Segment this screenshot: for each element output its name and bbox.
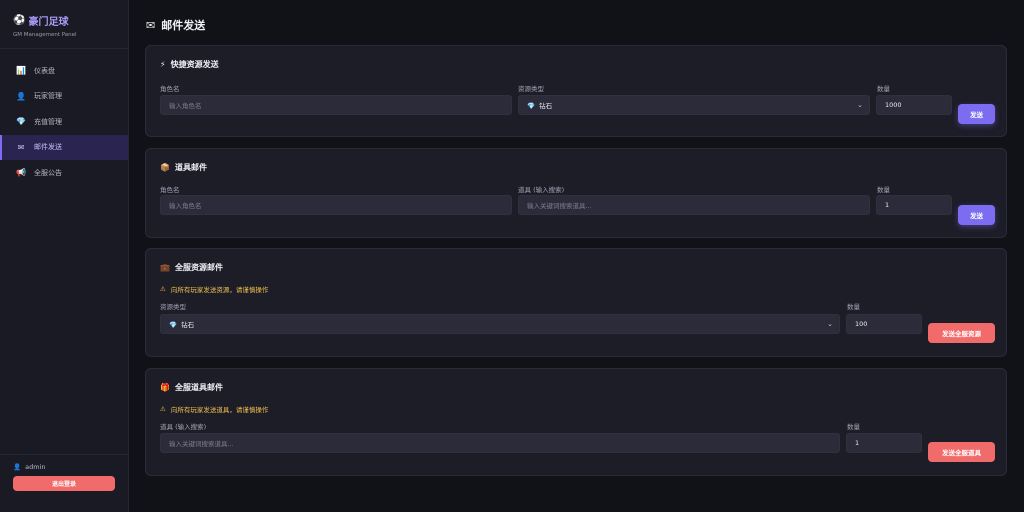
diamond-icon: 💎 xyxy=(169,321,178,329)
package-icon: 📦 xyxy=(160,163,170,172)
card-title-text: 道具邮件 xyxy=(174,163,207,172)
warning-text: 向所有玩家发送道具，请谨慎操作 xyxy=(170,406,269,414)
quantity-input[interactable]: 1 xyxy=(876,195,952,215)
brand-title: ⚽ 豪门足球 xyxy=(13,13,128,28)
sidebar-footer: 👤 admin 退出登录 xyxy=(0,454,128,491)
send-server-resource-button[interactable]: 发送全服资源 xyxy=(928,323,995,343)
sidebar-item-mail[interactable]: ✉ 邮件发送 xyxy=(0,134,128,160)
chevron-down-icon: ⌄ xyxy=(857,101,863,109)
sidebar-nav: 📊 仪表盘 👤 玩家管理 💎 充值管理 ✉ 邮件发送 📢 全服公告 xyxy=(0,58,128,186)
quantity-label: 数量 xyxy=(847,423,860,431)
diamond-icon: 💎 xyxy=(527,102,536,110)
server-item-card: 🎁 全服道具邮件 ⚠ 向所有玩家发送道具，请谨慎操作 道具 (输入搜索) 输入关… xyxy=(145,368,1007,476)
send-button[interactable]: 发送 xyxy=(958,205,995,225)
item-search-label: 道具 (输入搜索) xyxy=(518,186,565,194)
brand-name: 豪门足球 xyxy=(28,17,69,28)
resource-type-value: 钻石 xyxy=(539,102,553,110)
card-title-text: 全服资源邮件 xyxy=(174,263,223,272)
sidebar-item-announcement[interactable]: 📢 全服公告 xyxy=(0,160,128,186)
quantity-label: 数量 xyxy=(847,303,860,311)
resource-type-value: 钻石 xyxy=(181,321,195,329)
quantity-input[interactable]: 1 xyxy=(846,433,922,453)
card-title: 💼 全服资源邮件 xyxy=(160,262,223,273)
sidebar-item-recharge[interactable]: 💎 充值管理 xyxy=(0,109,128,135)
page-title: ✉ 邮件发送 xyxy=(146,17,205,33)
role-name-input[interactable]: 输入角色名 xyxy=(160,195,512,215)
brand-subtitle: GM Management Panel xyxy=(13,32,77,38)
quantity-label: 数量 xyxy=(877,186,890,194)
brand: ⚽ 豪门足球 GM Management Panel xyxy=(0,0,128,49)
sidebar-item-dashboard[interactable]: 📊 仪表盘 xyxy=(0,58,128,84)
gift-icon: 🎁 xyxy=(160,383,170,392)
send-server-item-button[interactable]: 发送全服道具 xyxy=(928,442,995,462)
username: admin xyxy=(25,463,46,471)
briefcase-icon: 💼 xyxy=(160,263,170,272)
gem-icon: 💎 xyxy=(16,117,26,127)
user-icon: 👤 xyxy=(13,463,22,471)
quick-resource-card: ⚡ 快捷资源发送 角色名 输入角色名 资源类型 💎 钻石 ⌄ 数量 1000 发送 xyxy=(145,45,1007,137)
quantity-label: 数量 xyxy=(877,85,890,93)
selected-option: 💎 钻石 xyxy=(169,319,194,329)
server-resource-card: 💼 全服资源邮件 ⚠ 向所有玩家发送资源，请谨慎操作 资源类型 💎 钻石 ⌄ 数量… xyxy=(145,248,1007,357)
send-button[interactable]: 发送 xyxy=(958,104,995,124)
resource-type-label: 资源类型 xyxy=(160,303,186,311)
card-title: 📦 道具邮件 xyxy=(160,162,207,173)
sidebar-item-label: 邮件发送 xyxy=(34,143,62,152)
warning-message: ⚠ 向所有玩家发送道具，请谨慎操作 xyxy=(160,404,268,414)
role-name-input[interactable]: 输入角色名 xyxy=(160,95,512,115)
resource-type-label: 资源类型 xyxy=(518,85,544,93)
resource-type-select[interactable]: 💎 钻石 ⌄ xyxy=(160,314,840,334)
sidebar-item-label: 仪表盘 xyxy=(34,66,55,75)
megaphone-icon: 📢 xyxy=(16,168,26,178)
envelope-icon: ✉ xyxy=(146,18,156,32)
selected-option: 💎 钻石 xyxy=(527,100,552,110)
warning-icon: ⚠ xyxy=(160,405,166,413)
card-title-text: 全服道具邮件 xyxy=(174,383,223,392)
sidebar-item-label: 全服公告 xyxy=(34,168,62,177)
item-search-input[interactable]: 输入关键词搜索道具... xyxy=(160,433,840,453)
current-user: 👤 admin xyxy=(13,463,115,471)
user-icon: 👤 xyxy=(16,91,26,101)
lightning-icon: ⚡ xyxy=(160,60,166,69)
quantity-input[interactable]: 1000 xyxy=(876,95,952,115)
sidebar: ⚽ 豪门足球 GM Management Panel 📊 仪表盘 👤 玩家管理 … xyxy=(0,0,129,512)
envelope-icon: ✉ xyxy=(17,142,25,152)
chevron-down-icon: ⌄ xyxy=(827,320,833,328)
warning-text: 向所有玩家发送资源，请谨慎操作 xyxy=(170,286,269,294)
sidebar-item-label: 充值管理 xyxy=(34,117,62,126)
quantity-input[interactable]: 100 xyxy=(846,314,922,334)
card-title: 🎁 全服道具邮件 xyxy=(160,382,223,393)
item-search-input[interactable]: 输入关键词搜索道具... xyxy=(518,195,870,215)
sidebar-item-players[interactable]: 👤 玩家管理 xyxy=(0,84,128,110)
sidebar-item-label: 玩家管理 xyxy=(34,92,62,101)
item-search-label: 道具 (输入搜索) xyxy=(160,423,207,431)
role-name-label: 角色名 xyxy=(160,186,180,194)
card-title-text: 快捷资源发送 xyxy=(170,60,219,69)
card-title: ⚡ 快捷资源发送 xyxy=(160,59,219,70)
role-name-label: 角色名 xyxy=(160,85,180,93)
page-title-text: 邮件发送 xyxy=(161,19,206,32)
main-content: ✉ 邮件发送 ⚡ 快捷资源发送 角色名 输入角色名 资源类型 💎 钻石 ⌄ 数量 … xyxy=(130,0,1024,512)
warning-message: ⚠ 向所有玩家发送资源，请谨慎操作 xyxy=(160,284,268,294)
logout-button[interactable]: 退出登录 xyxy=(13,476,115,491)
bar-chart-icon: 📊 xyxy=(16,66,26,76)
resource-type-select[interactable]: 💎 钻石 ⌄ xyxy=(518,95,870,115)
item-mail-card: 📦 道具邮件 角色名 输入角色名 道具 (输入搜索) 输入关键词搜索道具... … xyxy=(145,148,1007,238)
soccer-ball-icon: ⚽ xyxy=(13,15,26,26)
warning-icon: ⚠ xyxy=(160,285,166,293)
